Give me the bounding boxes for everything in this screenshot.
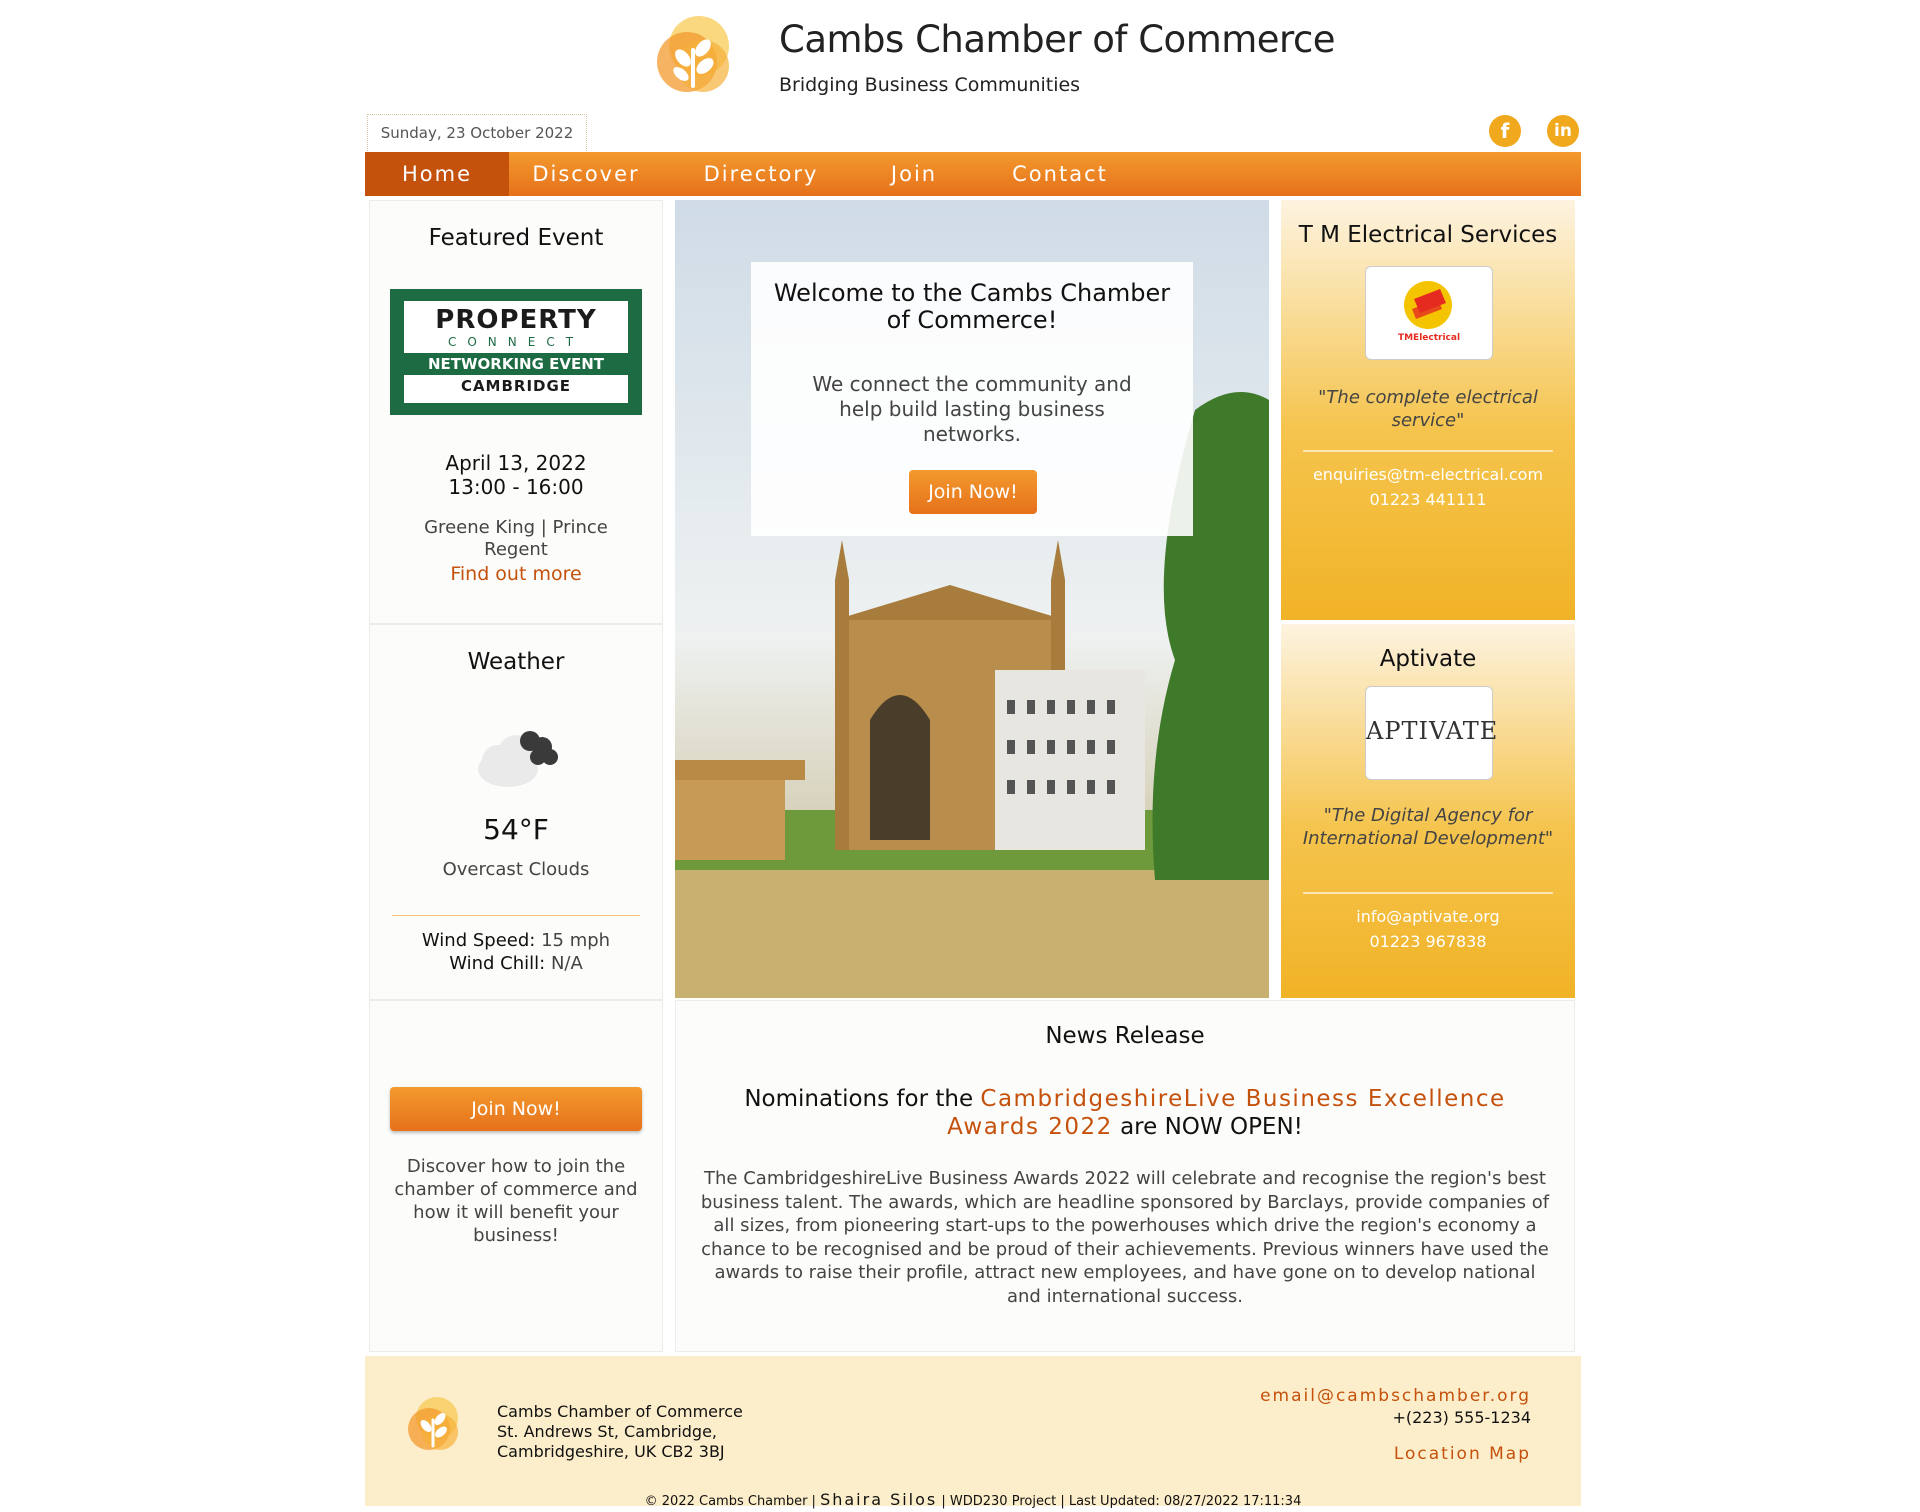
aptivate-logo-text: APTIVATE [1366, 717, 1499, 745]
footer-copyright: © 2022 Cambs Chamber | Shaira Silos | WD… [365, 1490, 1581, 1509]
banner-line-networking: NETWORKING EVENT [404, 353, 628, 375]
facebook-icon[interactable]: f [1489, 115, 1521, 147]
event-date: April 13, 2022 [445, 451, 587, 475]
news-body: The CambridgeshireLive Business Awards 2… [700, 1168, 1550, 1307]
site-tagline: Bridging Business Communities [779, 74, 1081, 96]
wind-speed-value: 15 mph [541, 930, 611, 951]
site-title: Cambs Chamber of Commerce [779, 18, 1336, 61]
join-panel: Join Now! Discover how to join the chamb… [369, 1000, 663, 1352]
footer-logo[interactable] [405, 1394, 465, 1454]
hero-join-button[interactable]: Join Now! [909, 470, 1037, 514]
welcome-box: Welcome to the Cambs Chamber of Commerce… [751, 262, 1193, 536]
footer: Cambs Chamber of Commerce St. Andrews St… [365, 1356, 1581, 1509]
wind-speed-label: Wind Speed: [421, 930, 536, 951]
aptivate-logo[interactable]: APTIVATE [1365, 686, 1499, 780]
author-name: Shaira Silos [820, 1490, 938, 1509]
find-out-more-link[interactable]: Find out more [370, 563, 662, 585]
event-banner[interactable]: PROPERTY CONNECT NETWORKING EVENT CAMBRI… [390, 289, 642, 415]
main-nav: Home Discover Directory Join Contact [365, 152, 1581, 196]
nav-directory[interactable]: Directory [681, 152, 841, 196]
sponsor-name: Aptivate [1379, 646, 1477, 672]
event-venue: Greene King | Prince Regent [424, 517, 608, 560]
chamber-logo[interactable] [653, 12, 739, 98]
nav-contact[interactable]: Contact [985, 152, 1135, 196]
location-map-link[interactable]: Location Map [1394, 1444, 1531, 1464]
weather-condition: Overcast Clouds [442, 859, 590, 880]
tm-electrical-logo[interactable]: TMElectrical [1365, 266, 1493, 360]
copyright-prefix: © 2022 Cambs Chamber | [644, 1494, 821, 1509]
banner-line-property: PROPERTY [435, 305, 597, 335]
featured-event-panel: Featured Event PROPERTY CONNECT NETWORKI… [369, 200, 663, 624]
weather-panel: Weather 54°F Overcast Clouds Wind Speed:… [369, 624, 663, 1000]
weather-temperature: 54°F [483, 813, 549, 846]
join-description: Discover how to join the chamber of comm… [394, 1156, 638, 1246]
sponsor-email[interactable]: info@aptivate.org [1281, 904, 1575, 929]
footer-address-line1: St. Andrews St, Cambridge, [497, 1422, 718, 1441]
wind-info: Wind Speed: 15 mph Wind Chill: N/A [370, 929, 662, 975]
footer-address: Cambs Chamber of Commerce St. Andrews St… [497, 1402, 743, 1462]
sponsor-phone[interactable]: 01223 441111 [1281, 487, 1575, 512]
hero-image: Welcome to the Cambs Chamber of Commerce… [675, 200, 1269, 998]
footer-phone: +(223) 555-1234 [1392, 1408, 1531, 1427]
sponsor-aptivate: Aptivate APTIVATE "The Digital Agency fo… [1281, 624, 1575, 998]
news-release-panel: News Release Nominations for the Cambrid… [675, 1000, 1575, 1352]
footer-org: Cambs Chamber of Commerce [497, 1402, 743, 1421]
sponsor-divider [1303, 892, 1553, 894]
sponsor-divider [1303, 450, 1553, 452]
current-date: Sunday, 23 October 2022 [367, 114, 587, 151]
footer-email-link[interactable]: email@cambschamber.org [1260, 1386, 1531, 1406]
footer-address-line2: Cambridgeshire, UK CB2 3BJ [497, 1442, 725, 1461]
sponsor-tm-electrical: T M Electrical Services TMElectrical "Th… [1281, 200, 1575, 620]
wind-chill-value: N/A [550, 953, 583, 974]
nav-join[interactable]: Join [859, 152, 969, 196]
sponsor-contact: enquiries@tm-electrical.com 01223 441111 [1281, 462, 1575, 512]
news-title: News Release [1045, 1023, 1205, 1049]
nav-home[interactable]: Home [365, 152, 509, 196]
weather-title: Weather [467, 649, 565, 675]
copyright-suffix: | WDD230 Project | Last Updated: 08/27/2… [937, 1494, 1302, 1509]
sponsor-email[interactable]: enquiries@tm-electrical.com [1281, 462, 1575, 487]
banner-line-connect: CONNECT [447, 335, 585, 349]
sponsor-quote: "The Digital Agency for International De… [1302, 805, 1554, 849]
linkedin-icon[interactable]: in [1547, 115, 1579, 147]
wind-chill-label: Wind Chill: [449, 953, 546, 974]
event-time: 13:00 - 16:00 [448, 475, 584, 499]
weather-divider [392, 915, 640, 916]
headline-prefix: Nominations for the [744, 1086, 981, 1112]
sponsor-phone[interactable]: 01223 967838 [1281, 929, 1575, 954]
headline-suffix: are NOW OPEN! [1112, 1114, 1303, 1140]
featured-event-title: Featured Event [428, 225, 604, 251]
join-now-button[interactable]: Join Now! [390, 1087, 642, 1131]
event-datetime: April 13, 2022 13:00 - 16:00 [370, 451, 662, 499]
tm-electrical-logo-text: TMElectrical [1397, 333, 1461, 343]
sponsor-name: T M Electrical Services [1298, 222, 1558, 248]
welcome-text: We connect the community and help build … [812, 372, 1132, 446]
sponsor-quote: "The complete electrical service" [1318, 387, 1538, 431]
cloud-icon [478, 731, 558, 787]
welcome-title: Welcome to the Cambs Chamber of Commerce… [773, 279, 1171, 334]
banner-line-city: CAMBRIDGE [460, 377, 572, 395]
nav-discover[interactable]: Discover [511, 152, 661, 196]
news-headline: Nominations for the CambridgeshireLive B… [706, 1085, 1544, 1141]
sponsor-contact: info@aptivate.org 01223 967838 [1281, 904, 1575, 954]
